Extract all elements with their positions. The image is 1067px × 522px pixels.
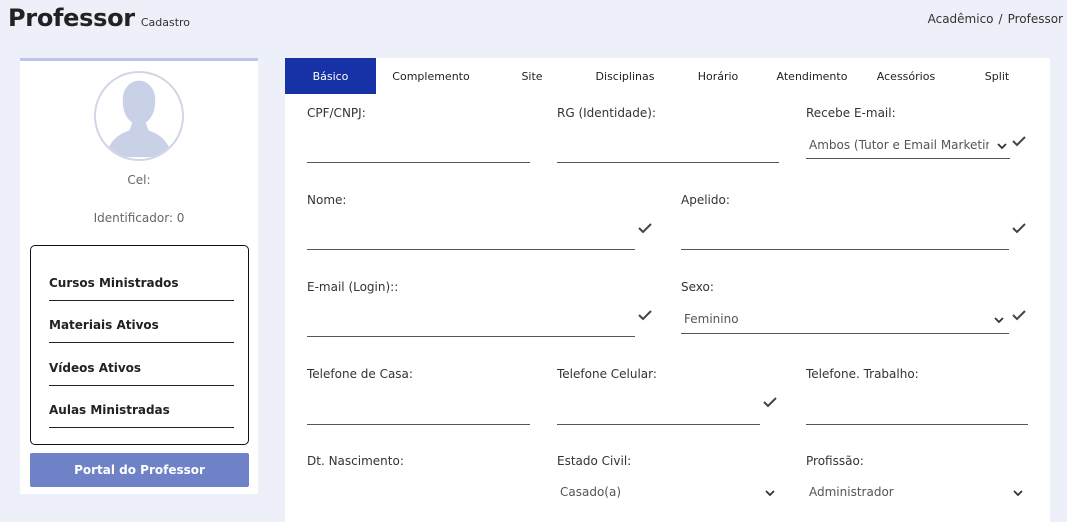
rg-input[interactable] [557, 162, 779, 163]
chevron-down-icon [1013, 490, 1023, 497]
tab-acessorios[interactable]: Acessórios [860, 58, 952, 94]
check-icon [1012, 136, 1026, 147]
rg-field[interactable]: RG (Identidade): [557, 106, 779, 164]
cpf-input[interactable] [307, 162, 530, 163]
chevron-down-icon [765, 490, 775, 497]
rg-label: RG (Identidade): [557, 106, 657, 120]
check-icon [638, 223, 652, 234]
tab-complemento[interactable]: Complemento [376, 58, 486, 94]
cpf-field[interactable]: CPF/CNPJ: [307, 106, 530, 164]
apelido-label: Apelido: [681, 193, 730, 207]
recebe-email-select[interactable]: Ambos (Tutor e Email Marketing) [809, 138, 989, 152]
apelido-input[interactable] [681, 249, 1009, 250]
check-icon [763, 397, 777, 408]
recebe-email-label: Recebe E-mail: [806, 106, 896, 120]
telefone-casa-label: Telefone de Casa: [307, 367, 413, 381]
email-login-input[interactable] [307, 336, 635, 337]
email-login-label: E-mail (Login):: [307, 280, 399, 294]
stat-cursos-ministrados[interactable]: Cursos Ministrados [49, 276, 234, 301]
telefone-trabalho-input[interactable] [806, 424, 1028, 425]
telefone-casa-input[interactable] [307, 424, 530, 425]
estado-civil-field[interactable]: Estado Civil: Casado(a) [557, 454, 779, 512]
profile-card: Cel: Identificador: 0 Cursos Ministrados… [20, 58, 258, 494]
sexo-field[interactable]: Sexo: Feminino [681, 280, 1009, 338]
stats-box: Cursos Ministrados Materiais Ativos Víde… [30, 245, 249, 445]
telefone-celular-input[interactable] [557, 424, 760, 425]
sexo-underline [681, 333, 1009, 334]
estado-civil-label: Estado Civil: [557, 454, 632, 468]
nome-input[interactable] [307, 249, 635, 250]
check-icon [638, 310, 652, 321]
stat-videos-ativos[interactable]: Vídeos Ativos [49, 361, 234, 386]
nome-field[interactable]: Nome: [307, 193, 635, 251]
tab-disciplinas[interactable]: Disciplinas [578, 58, 672, 94]
tab-site[interactable]: Site [486, 58, 578, 94]
chevron-down-icon [997, 143, 1007, 150]
check-icon [1012, 223, 1026, 234]
cpf-label: CPF/CNPJ: [307, 106, 366, 120]
cel-label: Cel: [127, 173, 151, 187]
check-icon [1012, 310, 1026, 321]
nome-label: Nome: [307, 193, 347, 207]
stat-materiais-ativos[interactable]: Materiais Ativos [49, 318, 234, 343]
profissao-select[interactable]: Administrador [809, 485, 999, 499]
identifier-label: Identificador: 0 [93, 211, 185, 225]
portal-professor-button[interactable]: Portal do Professor [30, 453, 249, 487]
page-title: Professor Cadastro [8, 4, 190, 32]
page-subtitle: Cadastro [140, 16, 191, 29]
tab-atendimento[interactable]: Atendimento [764, 58, 860, 94]
tab-bar: Básico Complemento Site Disciplinas Horá… [285, 58, 1050, 94]
sexo-select[interactable]: Feminino [684, 312, 984, 326]
dt-nascimento-label: Dt. Nascimento: [307, 454, 404, 468]
dt-nascimento-field[interactable]: Dt. Nascimento: [307, 454, 530, 512]
recebe-email-field[interactable]: Recebe E-mail: Ambos (Tutor e Email Mark… [806, 106, 1010, 164]
telefone-celular-label: Telefone Celular: [557, 367, 657, 381]
tab-split[interactable]: Split [952, 58, 1042, 94]
tab-basico[interactable]: Básico [285, 58, 376, 94]
telefone-trabalho-label: Telefone. Trabalho: [806, 367, 919, 381]
page-title-text: Professor [8, 4, 135, 32]
breadcrumb-item-professor: Professor [1007, 12, 1063, 26]
telefone-trabalho-field[interactable]: Telefone. Trabalho: [806, 367, 1028, 425]
stat-aulas-ministradas[interactable]: Aulas Ministradas [49, 403, 234, 428]
telefone-celular-field[interactable]: Telefone Celular: [557, 367, 760, 425]
breadcrumb-separator: / [998, 12, 1003, 26]
avatar [94, 71, 184, 161]
apelido-field[interactable]: Apelido: [681, 193, 1009, 251]
breadcrumb-item-academico[interactable]: Acadêmico [928, 12, 994, 26]
chevron-down-icon [994, 317, 1004, 324]
breadcrumb: Acadêmico / Professor [928, 12, 1063, 26]
email-login-field[interactable]: E-mail (Login):: [307, 280, 635, 338]
profissao-field[interactable]: Profissão: Administrador [806, 454, 1028, 512]
recebe-email-underline [806, 158, 1010, 159]
user-silhouette-icon [96, 73, 182, 159]
form-card: Básico Complemento Site Disciplinas Horá… [285, 58, 1050, 522]
telefone-casa-field[interactable]: Telefone de Casa: [307, 367, 530, 425]
profissao-label: Profissão: [806, 454, 864, 468]
sexo-label: Sexo: [681, 280, 714, 294]
tab-horario[interactable]: Horário [672, 58, 764, 94]
estado-civil-select[interactable]: Casado(a) [560, 485, 750, 499]
